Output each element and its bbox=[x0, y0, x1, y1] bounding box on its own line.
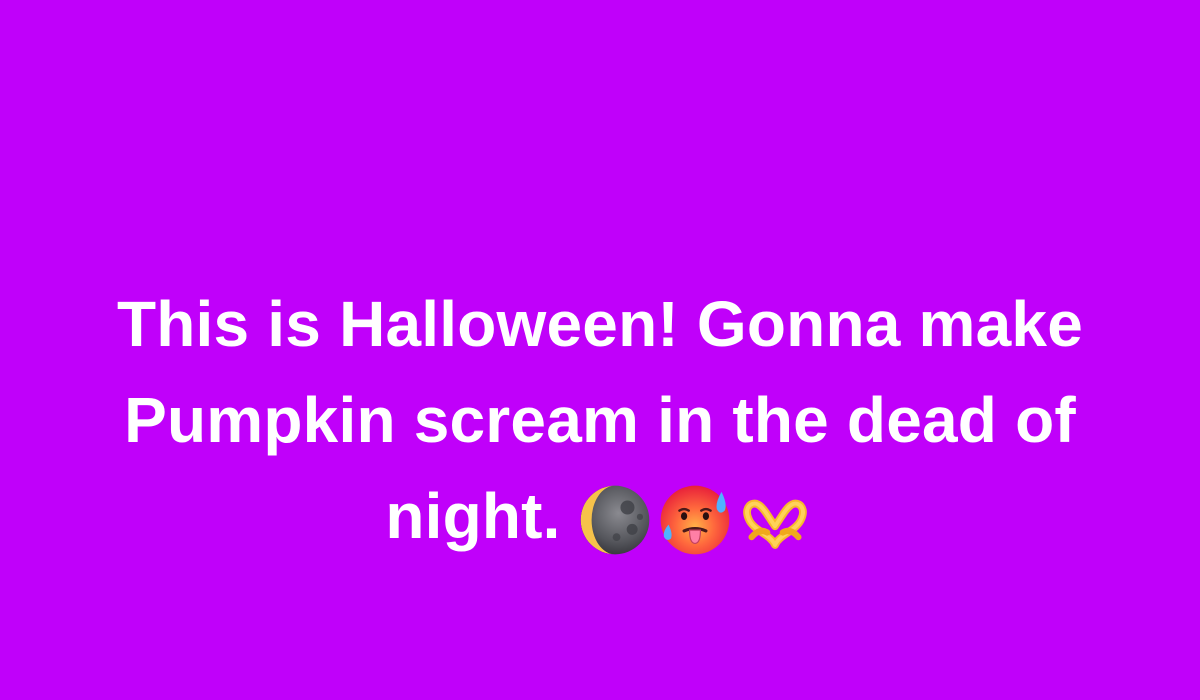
hot-face-icon bbox=[656, 481, 734, 559]
post-text-line-3: night. bbox=[385, 480, 561, 552]
last-quarter-moon-face-icon bbox=[576, 481, 654, 559]
heart-hands-icon bbox=[736, 481, 814, 559]
post-text: This is Halloween! Gonna make Pumpkin sc… bbox=[60, 276, 1140, 569]
post-text-line-1: This is Halloween! Gonna make bbox=[116, 288, 1084, 360]
post-text-line-2: Pumpkin scream in the dead of bbox=[124, 384, 1076, 456]
post-text-line-3-container: night. bbox=[60, 468, 1140, 569]
emoji-row bbox=[575, 467, 815, 563]
status-post-card: This is Halloween! Gonna make Pumpkin sc… bbox=[0, 0, 1200, 700]
